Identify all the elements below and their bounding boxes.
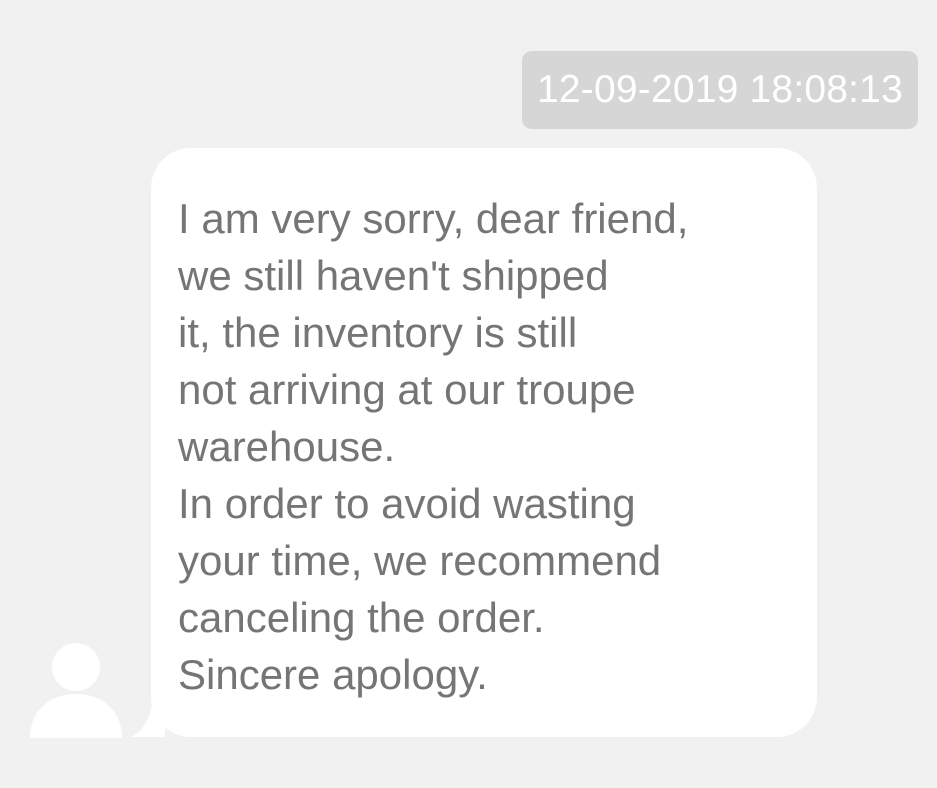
message-line: your time, we recommend — [178, 537, 662, 584]
message-line: In order to avoid wasting — [178, 480, 636, 527]
message-line: it, the inventory is still — [178, 309, 578, 356]
message-text: I am very sorry, dear friend, we still h… — [178, 190, 798, 703]
message-line: I am very sorry, dear friend, — [178, 195, 689, 242]
message-line: not arriving at our troupe — [178, 366, 636, 413]
message-timestamp: 12-09-2019 18:08:13 — [522, 51, 918, 129]
message-line: we still haven't shipped — [178, 252, 609, 299]
message-line: canceling the order. — [178, 594, 545, 641]
message-line: Sincere apology. — [178, 651, 488, 698]
bubble-tail — [131, 690, 165, 737]
user-silhouette-icon[interactable] — [28, 640, 124, 738]
message-line: warehouse. — [178, 423, 396, 470]
